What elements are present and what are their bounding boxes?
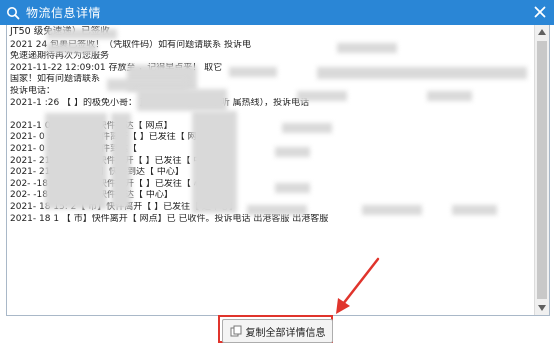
vertical-scrollbar[interactable] xyxy=(534,25,549,315)
redaction-blur xyxy=(247,205,307,215)
redaction-blur xyxy=(192,111,237,213)
redaction-blur xyxy=(275,147,310,157)
redaction-blur xyxy=(282,123,332,133)
redaction-blur xyxy=(229,67,277,77)
redaction-blur xyxy=(47,29,117,39)
window-title: 物流信息详情 xyxy=(26,6,102,20)
redaction-blur xyxy=(111,113,131,209)
copy-all-details-button[interactable]: 复制全部详情信息 xyxy=(222,319,333,343)
scroll-thumb[interactable] xyxy=(537,41,547,299)
redaction-blur xyxy=(317,67,527,79)
copy-all-details-label: 复制全部详情信息 xyxy=(245,327,326,339)
logistics-details-textarea[interactable]: JT50 级免速递）已签收 2021 24 包裹已签收！（凭取件码）如有问题请联… xyxy=(6,25,550,316)
close-icon[interactable] xyxy=(532,4,548,20)
redaction-blur xyxy=(137,89,227,111)
redaction-blur xyxy=(45,113,107,209)
scroll-down-icon[interactable] xyxy=(535,301,549,315)
redaction-blur xyxy=(337,43,397,53)
redaction-blur xyxy=(452,205,497,215)
scroll-up-icon[interactable] xyxy=(535,25,549,39)
copy-icon xyxy=(230,325,242,337)
redaction-blur xyxy=(275,183,310,193)
redaction-blur xyxy=(47,43,97,53)
window-titlebar: 物流信息详情 xyxy=(0,0,554,25)
log-line: 2021- 18 1 【 市】快件离开【 网点】已 已收件。投诉电话 出港客服 … xyxy=(10,213,329,224)
redaction-blur xyxy=(297,91,347,101)
redaction-blur xyxy=(427,91,472,101)
search-doc-icon xyxy=(6,6,20,20)
redaction-blur xyxy=(362,205,422,215)
